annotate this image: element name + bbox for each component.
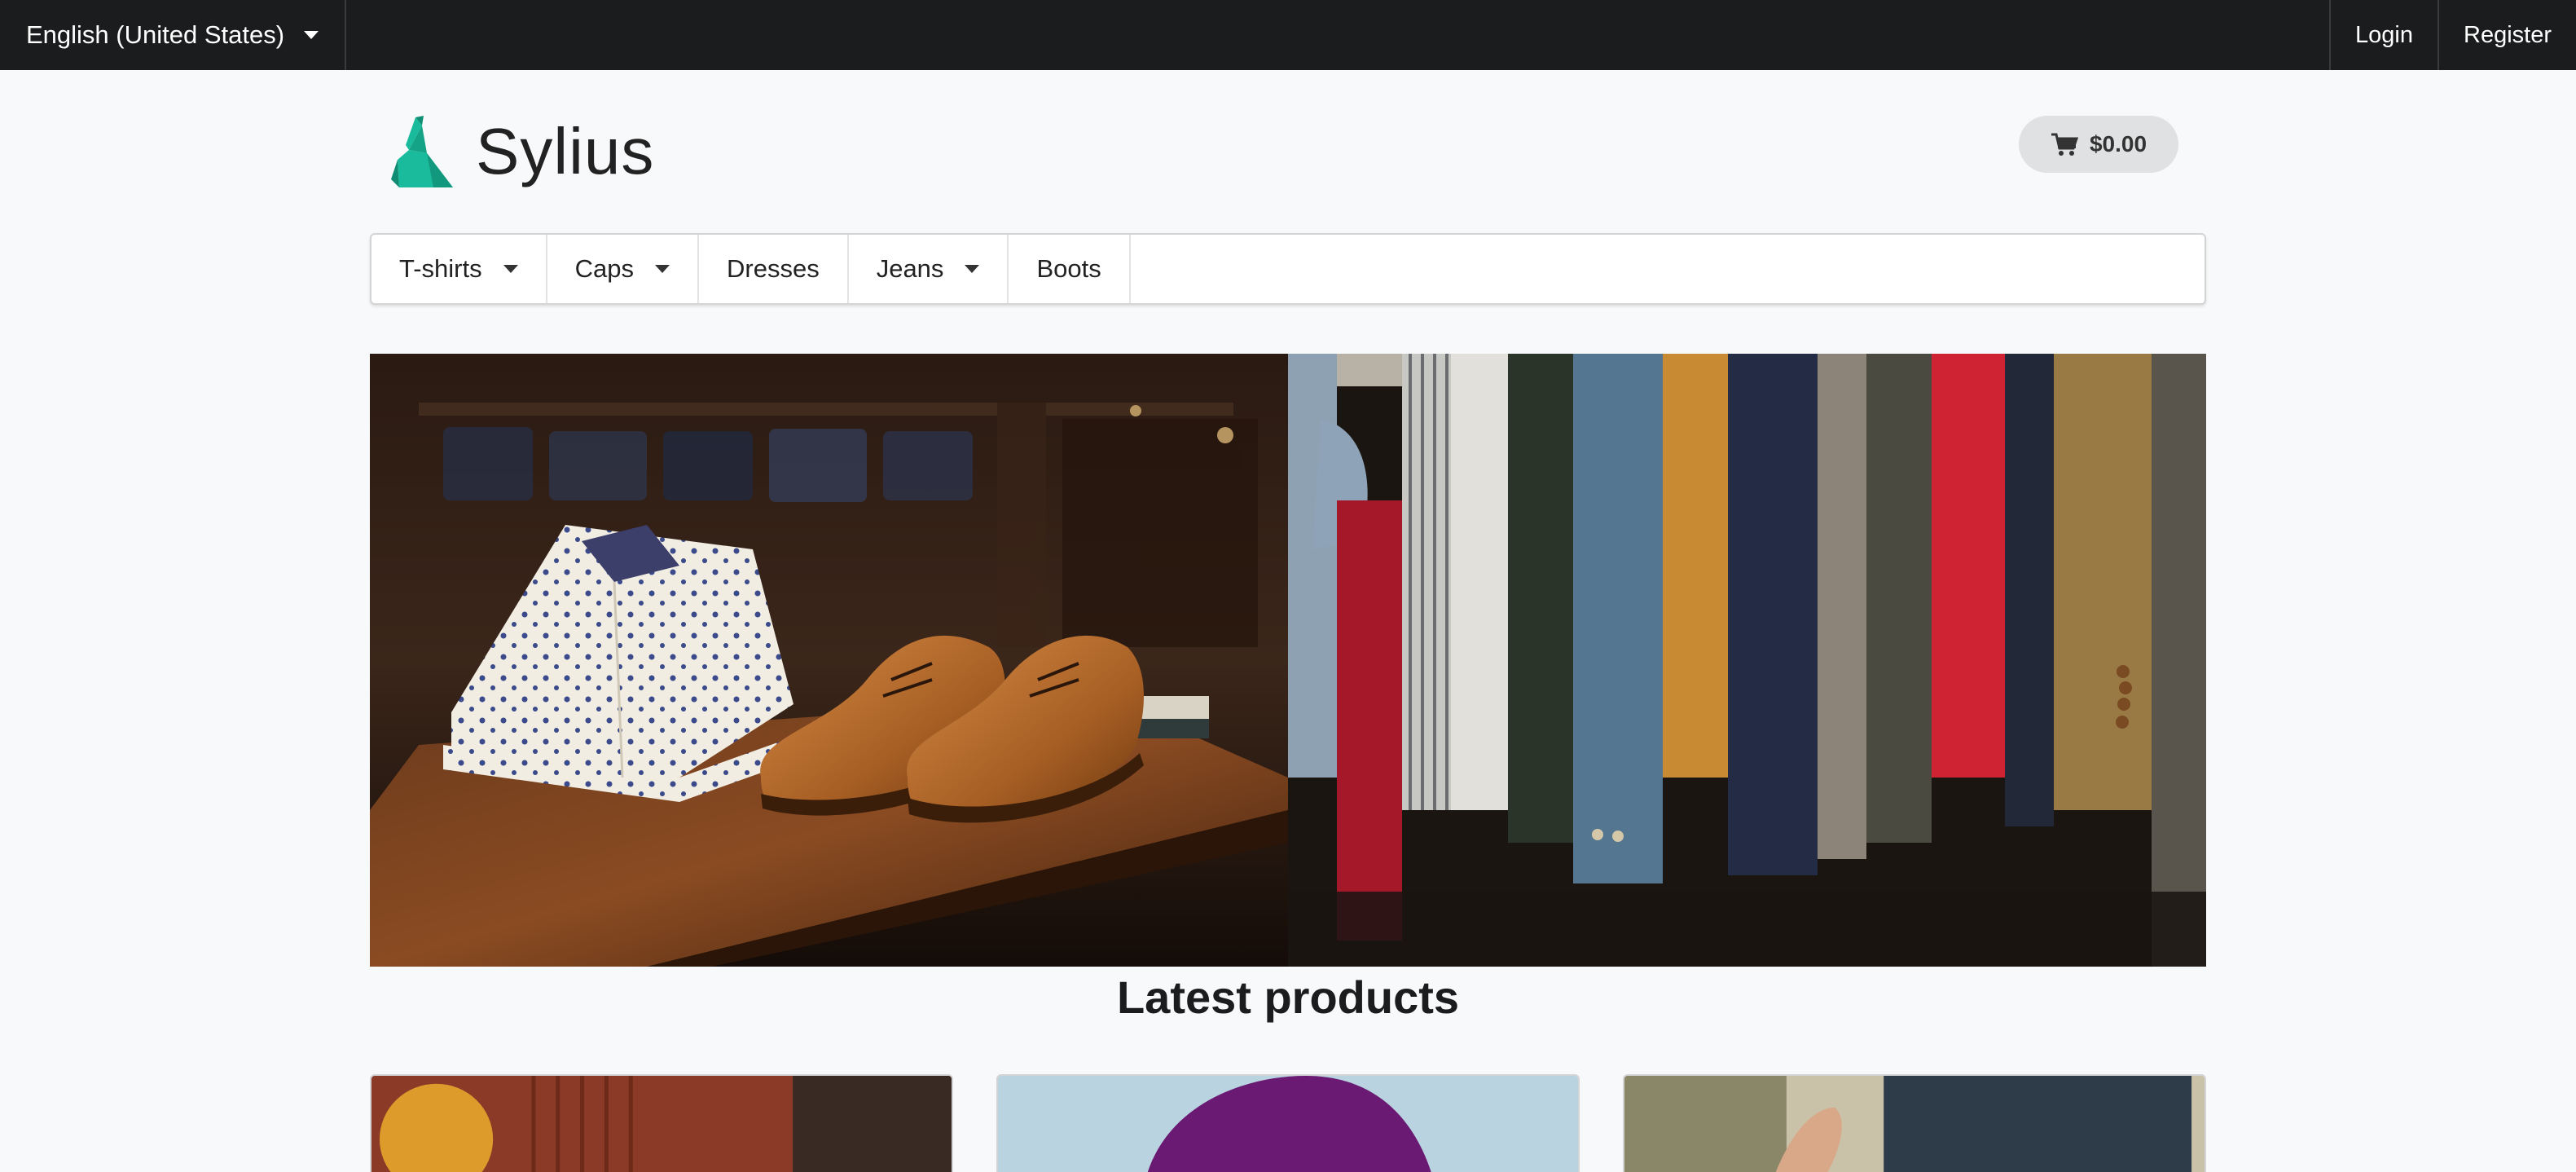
- latest-products-heading: Latest products: [1116, 972, 1460, 1023]
- chevron-down-icon: [965, 265, 980, 273]
- chevron-down-icon: [304, 31, 319, 39]
- product-card[interactable]: [996, 1074, 1580, 1172]
- login-link[interactable]: Login: [2329, 0, 2438, 70]
- brand-name: Sylius: [476, 115, 655, 187]
- menu-item-boots[interactable]: Boots: [1009, 235, 1131, 303]
- register-link[interactable]: Register: [2438, 0, 2576, 70]
- hero-banner: [370, 354, 2206, 967]
- category-menu: T-shirts Caps Dresses Jeans Boots: [370, 233, 2206, 305]
- menu-item-jeans[interactable]: Jeans: [849, 235, 1009, 303]
- top-bar: English (United States) Login Register: [0, 0, 2576, 70]
- cart-button[interactable]: $0.00: [2019, 116, 2178, 173]
- product-card[interactable]: [370, 1074, 953, 1172]
- menu-item-label: Caps: [574, 254, 634, 283]
- cart-total: $0.00: [2089, 131, 2147, 156]
- hero-image-clothing-rack: [1288, 354, 2206, 967]
- menu-item-dresses[interactable]: Dresses: [699, 235, 849, 303]
- brand-logo[interactable]: Sylius: [391, 114, 654, 189]
- product-image: [371, 1076, 952, 1172]
- menu-item-caps[interactable]: Caps: [547, 235, 699, 303]
- sylius-swan-logo-icon: [391, 116, 453, 187]
- cart-icon: [2051, 133, 2078, 156]
- menu-item-label: Jeans: [876, 254, 944, 283]
- chevron-down-icon: [503, 265, 518, 273]
- chevron-down-icon: [655, 265, 670, 273]
- menu-item-label: T-shirts: [399, 254, 482, 283]
- menu-item-label: Boots: [1036, 254, 1101, 283]
- menu-item-label: Dresses: [727, 254, 820, 283]
- menu-item-t-shirts[interactable]: T-shirts: [371, 235, 547, 303]
- language-label: English (United States): [26, 20, 285, 49]
- language-dropdown[interactable]: English (United States): [0, 0, 347, 70]
- account-links: Login Register: [2329, 0, 2576, 70]
- product-image: [1624, 1076, 2205, 1172]
- product-card[interactable]: [1623, 1074, 2206, 1172]
- hero-image-shirts-and-shoes: [370, 354, 1288, 967]
- product-image: [998, 1076, 1578, 1172]
